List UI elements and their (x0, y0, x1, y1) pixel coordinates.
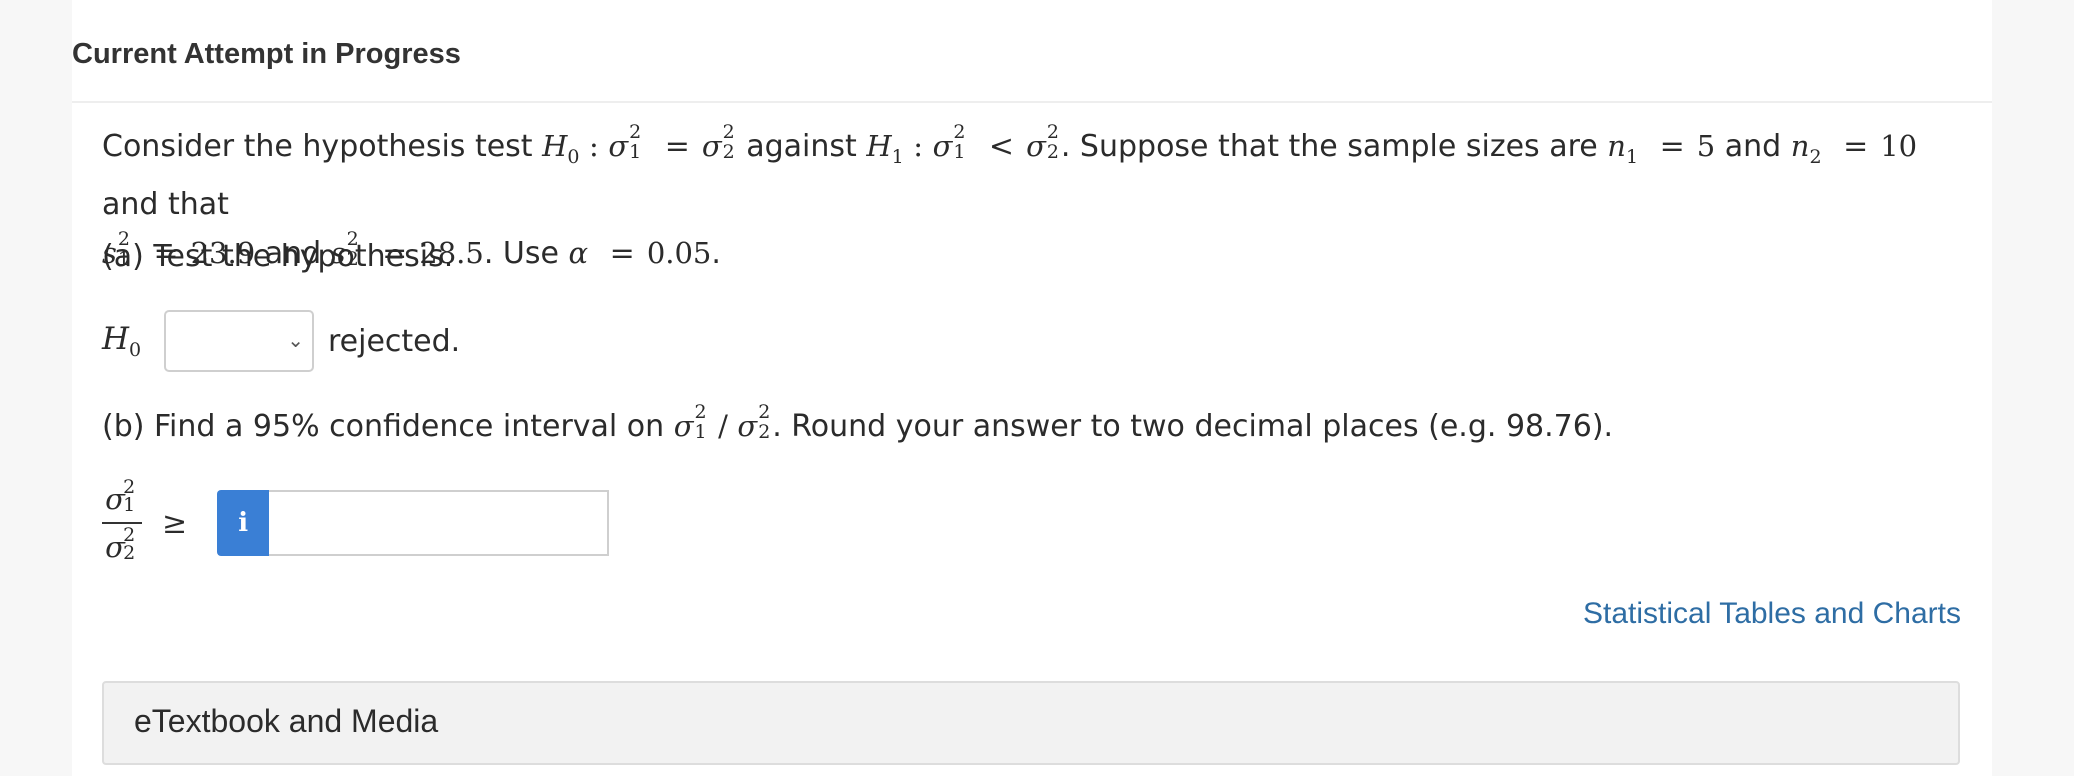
math-sigma: σ (673, 409, 694, 443)
rejected-text: rejected. (328, 323, 461, 359)
question-and: and (1724, 129, 1782, 164)
question-card: Current Attempt in Progress Consider the… (72, 0, 1992, 776)
n2-value: 10 (1880, 129, 1918, 163)
question-sample-sizes: . Suppose that the sample sizes are (1060, 129, 1598, 164)
geq-sign: ≥ (162, 505, 188, 541)
part-a-label: (a) Test the hypothesis. (102, 239, 454, 274)
math-equals: = (1659, 129, 1685, 164)
statistical-tables-link[interactable]: Statistical Tables and Charts (1583, 597, 1961, 631)
math-slash: / (718, 409, 728, 443)
math-sigma: σ (1026, 129, 1046, 163)
h0-letter: H (102, 321, 130, 357)
math-sup: 2 (1046, 120, 1059, 143)
math-n: n (1607, 129, 1626, 163)
chevron-down-icon: ⌄ (287, 328, 304, 352)
math-colon: : (913, 129, 924, 163)
math-sub: 1 (694, 420, 707, 443)
n1-value: 5 (1696, 129, 1716, 163)
alpha-value: 0.05 (646, 236, 712, 270)
math-sub: 1 (123, 494, 136, 516)
math-equals: = (664, 129, 690, 164)
attempt-status-heading: Current Attempt in Progress (72, 38, 461, 70)
question-end: . (711, 236, 721, 271)
ratio-numerator: σ21 (105, 476, 139, 522)
math-sub: 2 (1046, 140, 1059, 163)
math-n: n (1790, 129, 1810, 163)
math-supsub: 21 (629, 122, 643, 163)
math-h: H (866, 129, 892, 163)
math-sub: 1 (891, 146, 904, 168)
math-sub: 0 (567, 146, 580, 168)
h0-label: H0 (102, 321, 164, 361)
math-supsub: 22 (1046, 122, 1061, 163)
part-b-prefix: (b) Find a 95% confidence interval on (102, 409, 665, 444)
question-and-that: and that (102, 187, 229, 222)
question-intro: Consider the hypothesis test (102, 129, 533, 164)
math-supsub: 21 (694, 402, 709, 443)
info-icon[interactable]: i (217, 490, 270, 556)
math-equals: = (1843, 129, 1869, 164)
h0-sub: 0 (129, 339, 142, 361)
ratio-denominator: σ22 (105, 524, 139, 570)
math-sub: 2 (1809, 146, 1822, 168)
lower-bound-input[interactable] (269, 490, 610, 556)
math-sigma: σ (737, 409, 758, 443)
math-sigma: σ (105, 530, 125, 564)
etextbook-media-label: eTextbook and Media (134, 703, 439, 739)
math-sub: 1 (953, 140, 966, 163)
math-less-than: < (988, 129, 1015, 164)
variance-ratio: σ21 σ22 (102, 476, 142, 570)
math-equals: = (609, 236, 635, 271)
part-b-suffix: . Round your answer to two decimal place… (772, 409, 1614, 444)
math-sup: 2 (694, 400, 707, 423)
math-sigma: σ (701, 129, 722, 163)
math-sub: 2 (123, 542, 136, 564)
math-supsub: 21 (953, 122, 967, 163)
math-sup: 2 (953, 120, 966, 143)
question-use: . Use (483, 236, 559, 271)
math-sigma: σ (932, 129, 953, 163)
confidence-bound-row: σ21 σ22 ≥ i (102, 468, 610, 578)
math-sub: 1 (629, 140, 642, 163)
math-h: H (542, 129, 568, 163)
math-sigma: σ (608, 129, 629, 163)
math-sigma: σ (105, 482, 125, 516)
h0-decision-select[interactable]: ⌄ (164, 310, 314, 372)
question-against: against (746, 129, 857, 164)
math-sup: 2 (758, 400, 771, 423)
math-sup: 2 (722, 120, 735, 143)
math-alpha: α (568, 236, 589, 270)
h0-answer-row: H0 ⌄ rejected. (102, 308, 460, 374)
math-sub: 2 (758, 420, 771, 443)
math-sup: 2 (629, 120, 642, 143)
math-supsub: 22 (758, 402, 772, 443)
math-sub: 1 (1625, 146, 1639, 168)
math-supsub: 22 (722, 122, 737, 163)
header-divider (72, 101, 1992, 103)
math-sub: 2 (722, 140, 735, 163)
math-colon: : (589, 129, 599, 163)
part-b-label: (b) Find a 95% confidence interval on σ2… (102, 402, 1613, 451)
etextbook-media-panel[interactable]: eTextbook and Media (102, 681, 1960, 765)
